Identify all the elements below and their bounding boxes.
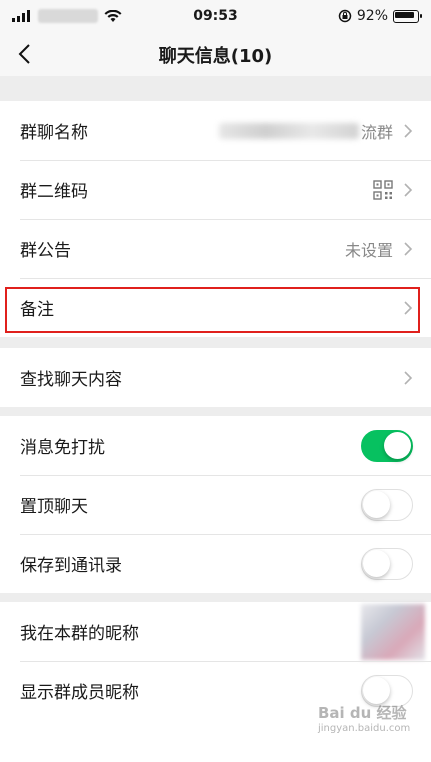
search-chat-label: 查找聊天内容	[20, 370, 122, 390]
my-nickname-row[interactable]: 我在本群的昵称	[0, 602, 431, 661]
page-title: 聊天信息(10)	[158, 46, 273, 67]
group-name-value: 流群	[360, 122, 393, 142]
status-bar: 09:53 92%	[0, 0, 431, 32]
pin-toggle[interactable]	[361, 488, 413, 521]
watermark-line2: jingyan.baidu.com	[318, 723, 411, 734]
mute-label: 消息免打扰	[20, 438, 105, 458]
group-notice-label: 群公告	[20, 241, 71, 261]
remark-row[interactable]: 备注	[0, 278, 431, 337]
remark-label: 备注	[20, 300, 54, 320]
status-right: 92%	[338, 8, 422, 24]
group-name-blurred	[218, 122, 359, 139]
battery-icon	[393, 9, 422, 23]
save-contacts-toggle[interactable]	[361, 547, 413, 580]
search-chat-row[interactable]: 查找聊天内容	[0, 348, 431, 407]
group-notice-value: 未设置	[344, 240, 393, 260]
nav-bar: 聊天信息(10)	[0, 32, 431, 76]
show-nicknames-label: 显示群成员昵称	[20, 683, 139, 703]
toggle-knob	[384, 431, 411, 459]
group-name-row[interactable]: 群聊名称 流群	[0, 101, 431, 160]
chevron-right-icon	[404, 241, 413, 256]
chevron-right-icon	[404, 370, 413, 385]
pin-row: 置顶聊天	[0, 475, 431, 534]
save-contacts-row: 保存到通讯录	[0, 534, 431, 593]
group-info-section: 群聊名称 流群 群二维码 群公告 未设置 备注	[0, 101, 431, 337]
battery-percent: 92%	[356, 8, 388, 24]
group-notice-row[interactable]: 群公告 未设置	[0, 219, 431, 278]
chevron-right-icon	[404, 300, 413, 315]
baidu-watermark: Bai du 经验 jingyan.baidu.com	[318, 702, 410, 734]
group-qrcode-label: 群二维码	[20, 182, 88, 202]
mute-toggle[interactable]	[361, 429, 413, 462]
toggle-knob	[363, 490, 390, 518]
chevron-right-icon	[404, 182, 413, 197]
my-nickname-label: 我在本群的昵称	[20, 624, 139, 644]
chevron-right-icon	[404, 123, 413, 138]
group-name-label: 群聊名称	[20, 123, 88, 143]
pin-label: 置顶聊天	[20, 497, 88, 517]
group-qrcode-row[interactable]: 群二维码	[0, 160, 431, 219]
nickname-value-blurred	[361, 603, 425, 660]
toggle-knob	[363, 676, 390, 704]
nickname-section: 我在本群的昵称 显示群成员昵称	[0, 602, 431, 762]
save-contacts-label: 保存到通讯录	[20, 556, 122, 576]
toggle-knob	[363, 549, 390, 577]
qrcode-icon	[373, 179, 393, 200]
mute-row: 消息免打扰	[0, 416, 431, 475]
watermark-line1: Bai du 经验	[318, 704, 407, 722]
orientation-lock-icon	[338, 9, 352, 23]
chat-settings-section: 消息免打扰 置顶聊天 保存到通讯录	[0, 416, 431, 593]
search-section: 查找聊天内容	[0, 348, 431, 407]
